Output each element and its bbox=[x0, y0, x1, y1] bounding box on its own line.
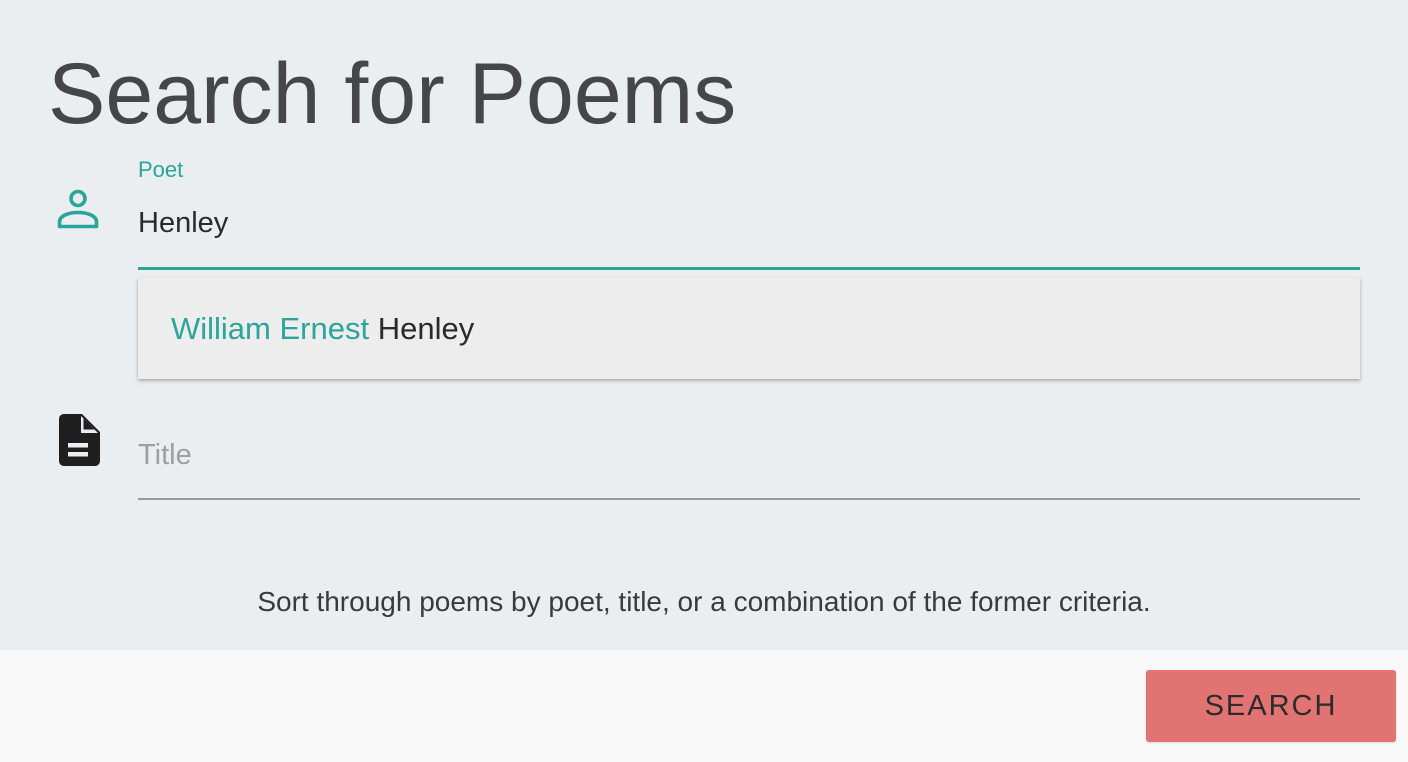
title-input-underline bbox=[138, 498, 1360, 500]
autocomplete-suggestion[interactable]: William Ernest Henley bbox=[171, 309, 474, 349]
suggestion-match: Henley bbox=[377, 311, 475, 346]
page-title: Search for Poems bbox=[48, 46, 737, 142]
title-input[interactable] bbox=[138, 432, 1360, 478]
poet-input-underline bbox=[138, 267, 1360, 270]
search-description: Sort through poems by poet, title, or a … bbox=[257, 586, 1151, 617]
search-card: Search for Poems Poet William Ernest Hen… bbox=[0, 0, 1408, 762]
search-button[interactable]: SEARCH bbox=[1146, 670, 1396, 742]
person-icon bbox=[57, 189, 99, 229]
document-icon bbox=[59, 414, 100, 466]
suggestion-prefix: William Ernest bbox=[171, 311, 378, 346]
card-actions: SEARCH bbox=[0, 650, 1408, 762]
poet-input[interactable] bbox=[138, 200, 1360, 246]
poet-autocomplete-dropdown: William Ernest Henley bbox=[138, 278, 1360, 379]
poet-field-label: Poet bbox=[138, 157, 184, 182]
